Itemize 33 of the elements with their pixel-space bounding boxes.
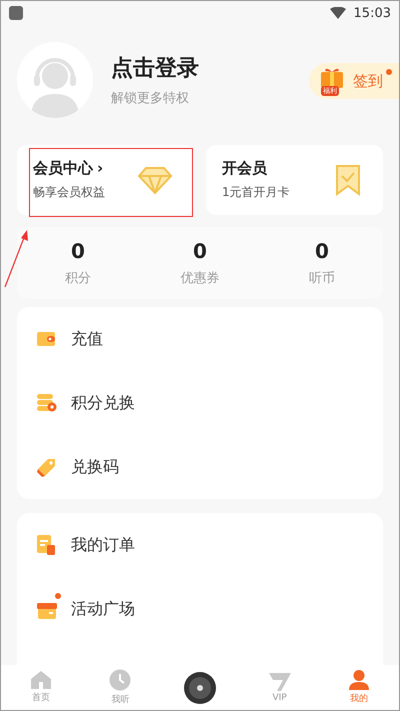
diamond-icon	[138, 166, 172, 194]
wallet-icon	[37, 332, 55, 346]
chevron-icon: ›	[97, 159, 104, 178]
document-icon	[37, 535, 55, 555]
stat-value[interactable]: 0	[315, 239, 329, 263]
person-icon[interactable]	[349, 670, 370, 690]
member-card[interactable]: 会员中心 › 畅享会员权益	[17, 145, 194, 215]
menu-item[interactable]: 活动广场	[71, 598, 135, 620]
coin-stack-icon	[37, 394, 57, 412]
login-subtitle: 解锁更多特权	[111, 90, 190, 107]
notification-icon	[9, 6, 23, 20]
menu-item[interactable]: 积分兑换	[71, 392, 135, 414]
gift-icon	[319, 66, 345, 88]
home-icon[interactable]	[30, 671, 51, 689]
stat-value[interactable]: 0	[193, 239, 207, 263]
annotation-arrow	[3, 229, 29, 289]
tag-icon	[37, 457, 57, 477]
login-title[interactable]: 点击登录	[111, 53, 309, 83]
card-subtitle: 畅享会员权益	[33, 184, 105, 201]
disc-icon[interactable]	[184, 672, 216, 704]
menu-item[interactable]: 兑换码	[71, 456, 119, 478]
bookmark-check-icon	[335, 164, 361, 196]
member-card[interactable]: 开会员 1元首开月卡	[206, 145, 383, 215]
clock-icon[interactable]	[109, 669, 132, 691]
card-title: 会员中心	[33, 159, 93, 178]
vip-icon[interactable]	[268, 672, 291, 690]
card-title: 开会员	[222, 159, 267, 178]
stat-value[interactable]: 0	[71, 239, 85, 263]
menu-item[interactable]: 我的订单	[71, 534, 135, 556]
status-time: 15:03	[354, 6, 391, 20]
card-subtitle: 1元首开月卡	[222, 184, 290, 201]
menu-item[interactable]: 充值	[71, 328, 103, 350]
wifi-icon	[330, 7, 346, 19]
